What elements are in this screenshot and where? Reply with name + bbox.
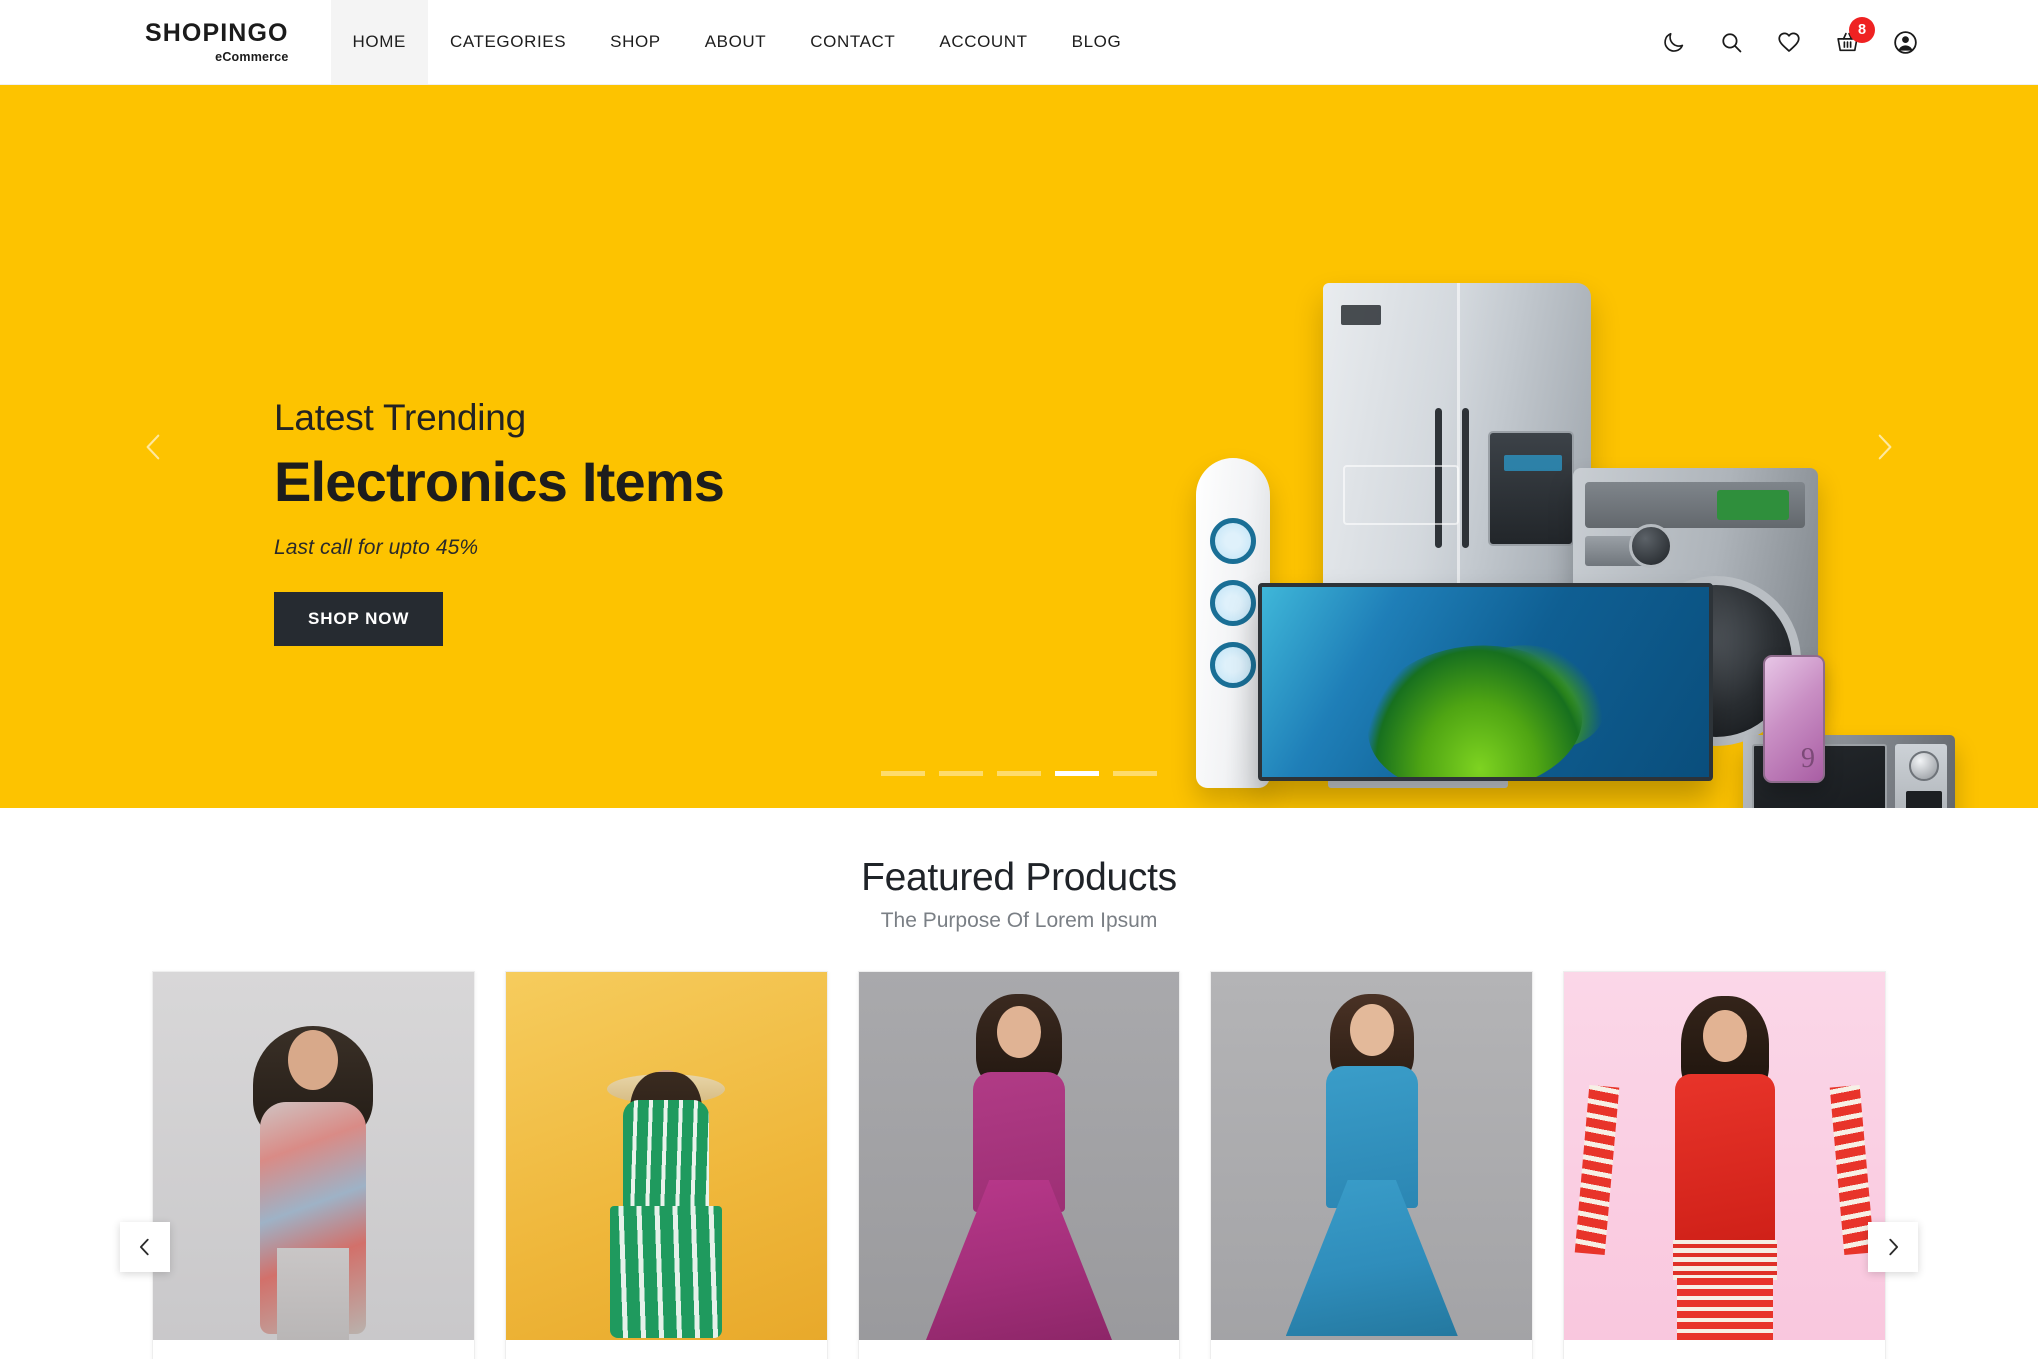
product-card[interactable]: Product Name bbox=[1563, 971, 1886, 1359]
hero-product-image bbox=[1168, 283, 1955, 808]
hero-copy: Latest Trending Electronics Items Last c… bbox=[274, 397, 725, 646]
header-actions: 8 bbox=[1658, 0, 2038, 84]
product-card[interactable]: Product Name bbox=[504, 971, 828, 1359]
search-icon[interactable] bbox=[1716, 27, 1746, 57]
products-prev-button[interactable] bbox=[120, 1222, 170, 1272]
heart-icon[interactable] bbox=[1774, 27, 1804, 57]
featured-title: Featured Products bbox=[861, 856, 1177, 899]
hero-kicker: Latest Trending bbox=[274, 397, 527, 438]
smartphone-graphic bbox=[1763, 655, 1825, 783]
nav-item-blog[interactable]: BLOG bbox=[1050, 0, 1144, 84]
site-logo[interactable]: SHOPINGO eCommerce bbox=[0, 0, 331, 84]
hero-prev-icon[interactable] bbox=[132, 425, 176, 469]
product-name: Product Name bbox=[859, 1340, 1180, 1359]
main-navigation: HOME CATEGORIES SHOP ABOUT CONTACT ACCOU… bbox=[330, 0, 1658, 84]
hero-dot-4[interactable] bbox=[1055, 771, 1099, 776]
product-card[interactable]: Product Name bbox=[1210, 971, 1534, 1359]
product-image bbox=[153, 972, 474, 1340]
shop-now-button[interactable]: SHOP NOW bbox=[274, 591, 444, 646]
product-image bbox=[505, 972, 827, 1340]
product-name: Product Name bbox=[1564, 1340, 1885, 1359]
nav-item-about[interactable]: ABOUT bbox=[683, 0, 789, 84]
product-name: Product Name bbox=[506, 1340, 827, 1359]
moon-icon[interactable] bbox=[1658, 27, 1688, 57]
product-card[interactable]: Product Name bbox=[152, 971, 475, 1359]
hero-dot-5[interactable] bbox=[1113, 771, 1157, 776]
hero-dot-2[interactable] bbox=[939, 771, 983, 776]
featured-subtitle: The Purpose Of Lorem Ipsum bbox=[880, 909, 1158, 932]
nav-item-contact[interactable]: CONTACT bbox=[788, 0, 917, 84]
logo-tagline: eCommerce bbox=[215, 49, 289, 64]
hero-banner: Latest Trending Electronics Items Last c… bbox=[0, 85, 2038, 808]
logo-wordmark: SHOPINGO bbox=[145, 18, 289, 47]
hero-subtitle: Last call for upto 45% bbox=[274, 535, 479, 559]
product-image bbox=[858, 972, 1180, 1340]
site-header: SHOPINGO eCommerce HOME CATEGORIES SHOP … bbox=[0, 0, 2038, 85]
product-image bbox=[1211, 972, 1533, 1340]
hero-title: Electronics Items bbox=[274, 449, 725, 513]
television-graphic bbox=[1258, 583, 1713, 781]
product-name: Product Name bbox=[1211, 1340, 1532, 1359]
nav-item-home[interactable]: HOME bbox=[330, 0, 428, 84]
cart-icon[interactable]: 8 bbox=[1832, 17, 1875, 57]
nav-item-account[interactable]: ACCOUNT bbox=[917, 0, 1049, 84]
hero-dot-1[interactable] bbox=[881, 771, 925, 776]
nav-item-shop[interactable]: SHOP bbox=[588, 0, 683, 84]
hero-dot-3[interactable] bbox=[997, 771, 1041, 776]
product-card[interactable]: Product Name bbox=[857, 971, 1181, 1359]
product-image bbox=[1564, 972, 1885, 1340]
featured-products-section: Featured Products The Purpose Of Lorem I… bbox=[0, 808, 2038, 1359]
hero-slide-indicators bbox=[881, 771, 1157, 776]
user-icon[interactable] bbox=[1890, 27, 1920, 57]
product-name: Product Name bbox=[153, 1340, 474, 1359]
cart-count-badge: 8 bbox=[1849, 17, 1875, 43]
nav-item-categories[interactable]: CATEGORIES bbox=[428, 0, 588, 84]
product-card-list: Product Name Product Name bbox=[152, 971, 1886, 1359]
hero-next-icon[interactable] bbox=[1862, 425, 1906, 469]
product-carousel: Product Name Product Name bbox=[0, 971, 2038, 1359]
products-next-button[interactable] bbox=[1868, 1222, 1918, 1272]
